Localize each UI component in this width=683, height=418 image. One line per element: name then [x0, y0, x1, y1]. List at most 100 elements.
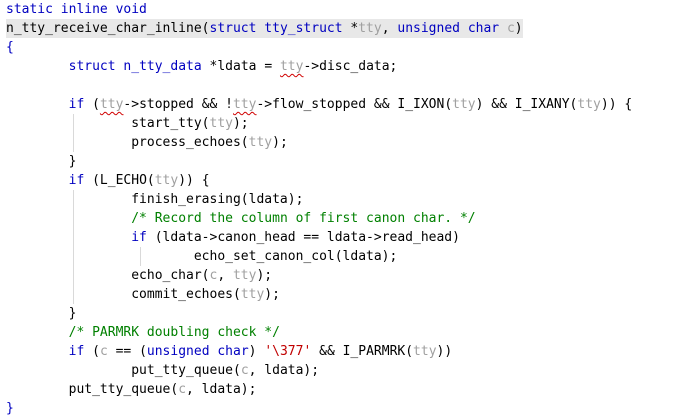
- code-line[interactable]: start_tty(tty);: [6, 114, 249, 133]
- code-line[interactable]: put_tty_queue(c, ldata);: [6, 361, 319, 380]
- code-line[interactable]: if (L_ECHO(tty)) {: [6, 171, 210, 190]
- code-token: ,: [217, 268, 233, 283]
- code-token: start_tty(: [6, 116, 210, 131]
- code-token: tty: [209, 116, 233, 131]
- code-token: unsigned: [146, 344, 210, 359]
- code-line[interactable]: if (tty->stopped && !tty->flow_stopped &…: [6, 95, 633, 114]
- code-line[interactable]: n_tty_receive_char_inline(struct tty_str…: [6, 19, 523, 38]
- code-token: commit_echoes(: [6, 287, 241, 302]
- code-token: tty_struct: [264, 21, 343, 36]
- code-token: ,: [381, 21, 398, 36]
- code-token: (L_ECHO(: [84, 173, 155, 188]
- code-token: unsigned: [397, 21, 460, 36]
- code-line[interactable]: commit_echoes(tty);: [6, 285, 280, 304]
- code-token: (: [84, 97, 100, 112]
- code-token: char: [217, 344, 249, 359]
- code-line[interactable]: }: [6, 304, 77, 323]
- code-token: );: [256, 268, 273, 283]
- code-token: echo_set_canon_col(ldata);: [6, 249, 398, 264]
- code-token: tty: [358, 21, 382, 36]
- code-token: *ldata =: [201, 59, 280, 74]
- code-token: (: [201, 21, 210, 36]
- code-editor[interactable]: static inline void n_tty_receive_char_inl…: [0, 0, 683, 418]
- code-token: (: [84, 344, 100, 359]
- code-line[interactable]: finish_erasing(ldata);: [6, 190, 303, 209]
- code-token: if: [68, 97, 85, 112]
- code-line[interactable]: process_echoes(tty);: [6, 133, 288, 152]
- code-token: ): [514, 21, 523, 36]
- code-token: )) {: [178, 173, 210, 188]
- code-token: );: [232, 116, 249, 131]
- code-token: process_echoes(: [6, 135, 249, 150]
- code-line[interactable]: {: [6, 38, 14, 57]
- code-token: )) {: [600, 97, 633, 112]
- code-token: char: [467, 21, 500, 36]
- code-line[interactable]: /* Record the column of first canon char…: [6, 209, 476, 228]
- code-token: tty: [577, 97, 601, 112]
- code-token: }: [6, 401, 14, 416]
- code-token: );: [272, 135, 288, 150]
- code-token: tty: [232, 268, 257, 283]
- code-token: *: [342, 21, 359, 36]
- code-token: put_tty_queue(: [6, 363, 241, 378]
- code-token: tty: [154, 173, 179, 188]
- code-token: struct: [209, 21, 257, 36]
- code-token: /* PARMRK doubling check */: [68, 325, 280, 340]
- code-token: ->stopped && !: [123, 97, 233, 112]
- code-token: );: [264, 287, 280, 302]
- code-token-error: tty: [279, 59, 304, 74]
- code-token: /* Record the column of first canon char…: [131, 211, 476, 226]
- code-token: )): [436, 344, 453, 359]
- code-token: tty: [413, 344, 437, 359]
- code-token: }: [68, 154, 77, 169]
- code-token: == (: [107, 344, 147, 359]
- code-token: echo_char(: [6, 268, 210, 283]
- code-line[interactable]: if (c == (unsigned char) '\377' && I_PAR…: [6, 342, 453, 361]
- code-line[interactable]: if (ldata->canon_head == ldata->read_hea…: [6, 228, 460, 247]
- code-token: finish_erasing(ldata);: [6, 192, 304, 207]
- code-token: c: [506, 21, 515, 36]
- code-token: static inline void: [6, 2, 147, 17]
- code-token: n_tty_receive_char_inline: [6, 21, 202, 36]
- code-token: tty: [452, 97, 476, 112]
- code-token: ->disc_data;: [303, 59, 398, 74]
- code-token: c: [178, 382, 187, 397]
- code-token-error: tty: [233, 97, 257, 112]
- code-token: c: [99, 344, 108, 359]
- code-line[interactable]: echo_char(c, tty);: [6, 266, 272, 285]
- code-token: ) && I_IXANY(: [475, 97, 578, 112]
- code-token: tty: [248, 135, 273, 150]
- code-token-error: tty: [99, 97, 124, 112]
- code-line[interactable]: static inline void: [6, 0, 147, 19]
- code-token: put_tty_queue(: [6, 382, 179, 397]
- code-token: if: [68, 173, 85, 188]
- code-token: (ldata->canon_head == ldata->read_head): [146, 230, 460, 245]
- code-token: {: [6, 40, 14, 55]
- code-token: , ldata);: [186, 382, 257, 397]
- code-token: && I_PARMRK(: [311, 344, 414, 359]
- code-token: , ldata);: [248, 363, 320, 378]
- code-token: if: [68, 344, 85, 359]
- code-line[interactable]: /* PARMRK doubling check */: [6, 323, 280, 342]
- code-line[interactable]: }: [6, 152, 77, 171]
- code-token: n_tty_data: [123, 59, 202, 74]
- code-line[interactable]: put_tty_queue(c, ldata);: [6, 380, 257, 399]
- code-token: }: [68, 306, 77, 321]
- code-line[interactable]: echo_set_canon_col(ldata);: [6, 247, 398, 266]
- code-line[interactable]: }: [6, 399, 14, 418]
- code-token: c: [240, 363, 249, 378]
- code-token: tty: [240, 287, 265, 302]
- code-token: struct: [68, 59, 116, 74]
- code-line[interactable]: struct n_tty_data *ldata = tty->disc_dat…: [6, 57, 398, 76]
